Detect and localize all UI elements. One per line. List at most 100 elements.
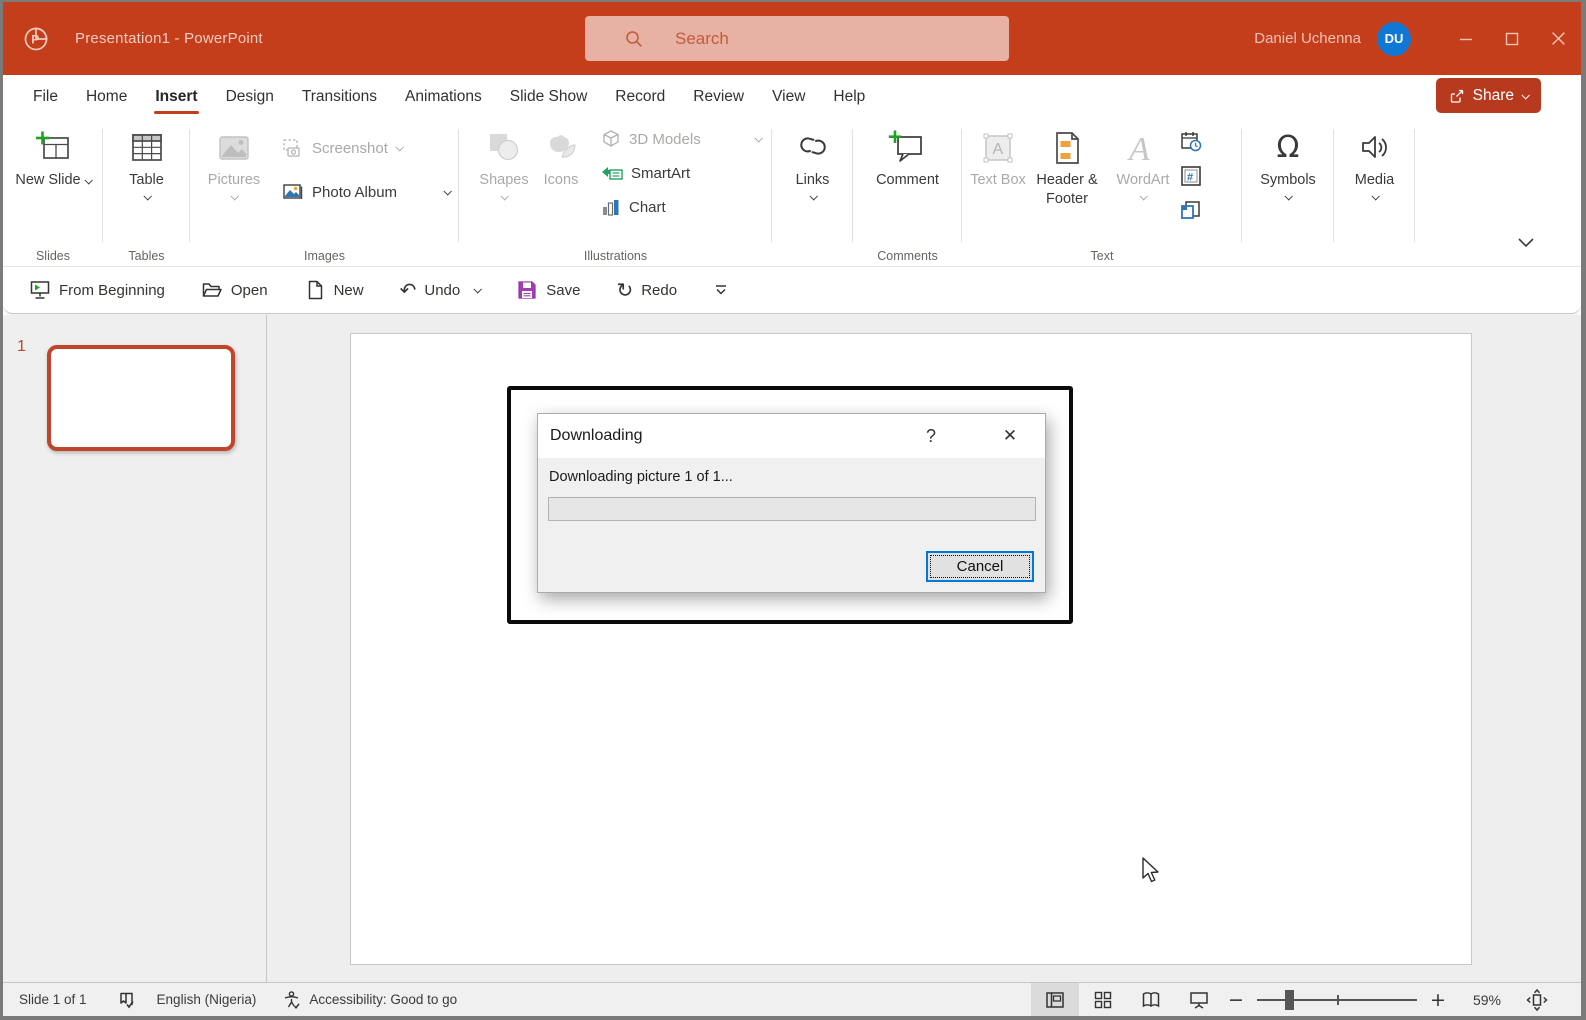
download-status-text: Downloading picture 1 of 1... <box>549 469 733 485</box>
slide-sorter-view-button[interactable] <box>1079 983 1127 1017</box>
from-beginning-button[interactable]: From Beginning <box>29 279 165 301</box>
object-button[interactable] <box>1178 197 1204 223</box>
dialog-close-button[interactable]: ✕ <box>989 414 1031 458</box>
tab-transitions[interactable]: Transitions <box>288 75 391 119</box>
shapes-icon <box>485 128 523 168</box>
tab-home[interactable]: Home <box>72 75 141 119</box>
minimize-button[interactable] <box>1443 2 1489 75</box>
slide-thumbnail[interactable] <box>47 345 235 451</box>
tab-slide-show[interactable]: Slide Show <box>496 75 602 119</box>
normal-view-icon <box>1046 991 1064 1008</box>
slide-show-button[interactable] <box>1175 983 1223 1017</box>
pictures-icon <box>215 128 253 168</box>
slide-number-button[interactable]: # <box>1178 163 1204 189</box>
text-box-button[interactable]: A Text Box <box>970 119 1026 190</box>
ribbon-group-text: A Text Box Header & Footer A WordArt # T… <box>962 119 1242 266</box>
ribbon-group-illustrations: Shapes Icons 3D Models SmartArt Chart Il… <box>459 119 772 266</box>
group-label-illustrations: Illustrations <box>583 249 648 263</box>
spell-check-icon <box>119 992 134 1008</box>
open-folder-icon <box>202 283 222 297</box>
photo-album-chevron-icon <box>443 187 452 196</box>
slide-indicator[interactable]: Slide 1 of 1 <box>13 983 93 1016</box>
open-button[interactable]: Open <box>201 279 268 301</box>
ribbon-spacer <box>1415 119 1581 266</box>
tab-help[interactable]: Help <box>819 75 879 119</box>
smartart-button[interactable]: SmartArt <box>595 161 767 185</box>
zoom-in-button[interactable]: + <box>1425 989 1451 1011</box>
shapes-button[interactable]: Shapes <box>473 119 535 201</box>
zoom-out-button[interactable]: − <box>1223 989 1249 1011</box>
dialog-help-button[interactable]: ? <box>916 414 946 458</box>
undo-button[interactable]: ↶ Undo <box>400 280 483 300</box>
window-border-top <box>0 0 1586 2</box>
date-time-button[interactable] <box>1178 129 1204 155</box>
pictures-button[interactable]: Pictures <box>202 119 266 201</box>
new-slide-button[interactable]: New Slide <box>15 119 93 190</box>
tab-animations[interactable]: Animations <box>391 75 496 119</box>
wordart-button[interactable]: A WordArt <box>1108 119 1178 201</box>
tab-design[interactable]: Design <box>212 75 288 119</box>
maximize-button[interactable] <box>1489 2 1535 75</box>
icons-button[interactable]: Icons <box>535 119 587 190</box>
accessibility-checker[interactable]: Accessibility: Good to go <box>276 983 463 1016</box>
symbols-button[interactable]: Ω Symbols <box>1260 119 1316 201</box>
svg-text:A: A <box>993 141 1004 158</box>
avatar[interactable]: DU <box>1377 21 1411 56</box>
text-box-icon: A <box>979 128 1017 168</box>
header-footer-button[interactable]: Header & Footer <box>1026 119 1108 209</box>
reading-view-button[interactable] <box>1127 983 1175 1017</box>
photo-album-button[interactable]: Photo Album <box>276 179 456 205</box>
media-button[interactable]: Media <box>1355 119 1395 201</box>
close-icon <box>1551 32 1565 45</box>
zoom-slider-handle[interactable] <box>1285 989 1294 1010</box>
normal-view-button[interactable] <box>1031 982 1079 1017</box>
cancel-button[interactable]: Cancel <box>926 551 1034 582</box>
minimize-icon <box>1460 38 1472 40</box>
comment-icon <box>887 128 927 168</box>
screenshot-icon <box>283 139 300 157</box>
links-button[interactable]: Links <box>793 119 833 201</box>
user-name[interactable]: Daniel Uchenna <box>1254 30 1361 47</box>
download-progress-bar <box>548 497 1036 521</box>
group-label-tables: Tables <box>128 249 165 263</box>
header-footer-icon <box>1048 128 1086 168</box>
shapes-chevron-icon <box>500 192 509 201</box>
zoom-level[interactable]: 59% <box>1461 992 1513 1008</box>
group-label-text: Text <box>1090 249 1114 263</box>
tab-file[interactable]: File <box>19 75 72 119</box>
slide-thumbnail-number: 1 <box>17 338 26 355</box>
ribbon-group-tables: Table Tables <box>103 119 190 266</box>
search-input[interactable]: Search <box>585 16 1009 61</box>
share-button[interactable]: Share <box>1435 78 1541 113</box>
close-button[interactable] <box>1535 2 1581 75</box>
redo-button[interactable]: ↻ Redo <box>616 280 677 300</box>
redo-icon: ↻ <box>616 278 634 302</box>
tab-review[interactable]: Review <box>679 75 758 119</box>
spell-check-button[interactable] <box>111 983 143 1016</box>
tab-record[interactable]: Record <box>601 75 679 119</box>
chart-button[interactable]: Chart <box>595 195 767 219</box>
new-button[interactable]: New <box>304 279 364 301</box>
pictures-chevron-icon <box>230 192 239 201</box>
maximize-icon <box>1505 32 1519 45</box>
smartart-icon <box>602 167 623 180</box>
3d-models-icon <box>603 130 619 147</box>
collapse-ribbon-button[interactable] <box>1517 236 1535 254</box>
tab-view[interactable]: View <box>758 75 819 119</box>
save-button[interactable]: Save <box>516 279 580 301</box>
tab-insert[interactable]: Insert <box>141 75 211 119</box>
ribbon-group-slides: New Slide Slides <box>3 119 103 266</box>
ribbon-tab-bar: File Home Insert Design Transitions Anim… <box>3 75 1581 119</box>
svg-text:P: P <box>31 32 39 46</box>
screenshot-button[interactable]: Screenshot <box>276 135 456 161</box>
comment-button[interactable]: Comment <box>876 119 939 190</box>
dialog-title-bar[interactable]: Downloading ? ✕ <box>538 414 1045 458</box>
zoom-slider[interactable] <box>1257 983 1417 1017</box>
table-button[interactable]: Table <box>128 119 166 201</box>
fit-slide-to-window-button[interactable] <box>1513 983 1561 1017</box>
from-beginning-icon <box>30 281 50 299</box>
language-indicator[interactable]: English (Nigeria) <box>151 983 263 1016</box>
customize-qat-button[interactable] <box>713 283 729 297</box>
ribbon-group-links: Links <box>772 119 853 266</box>
3d-models-button[interactable]: 3D Models <box>595 127 767 151</box>
